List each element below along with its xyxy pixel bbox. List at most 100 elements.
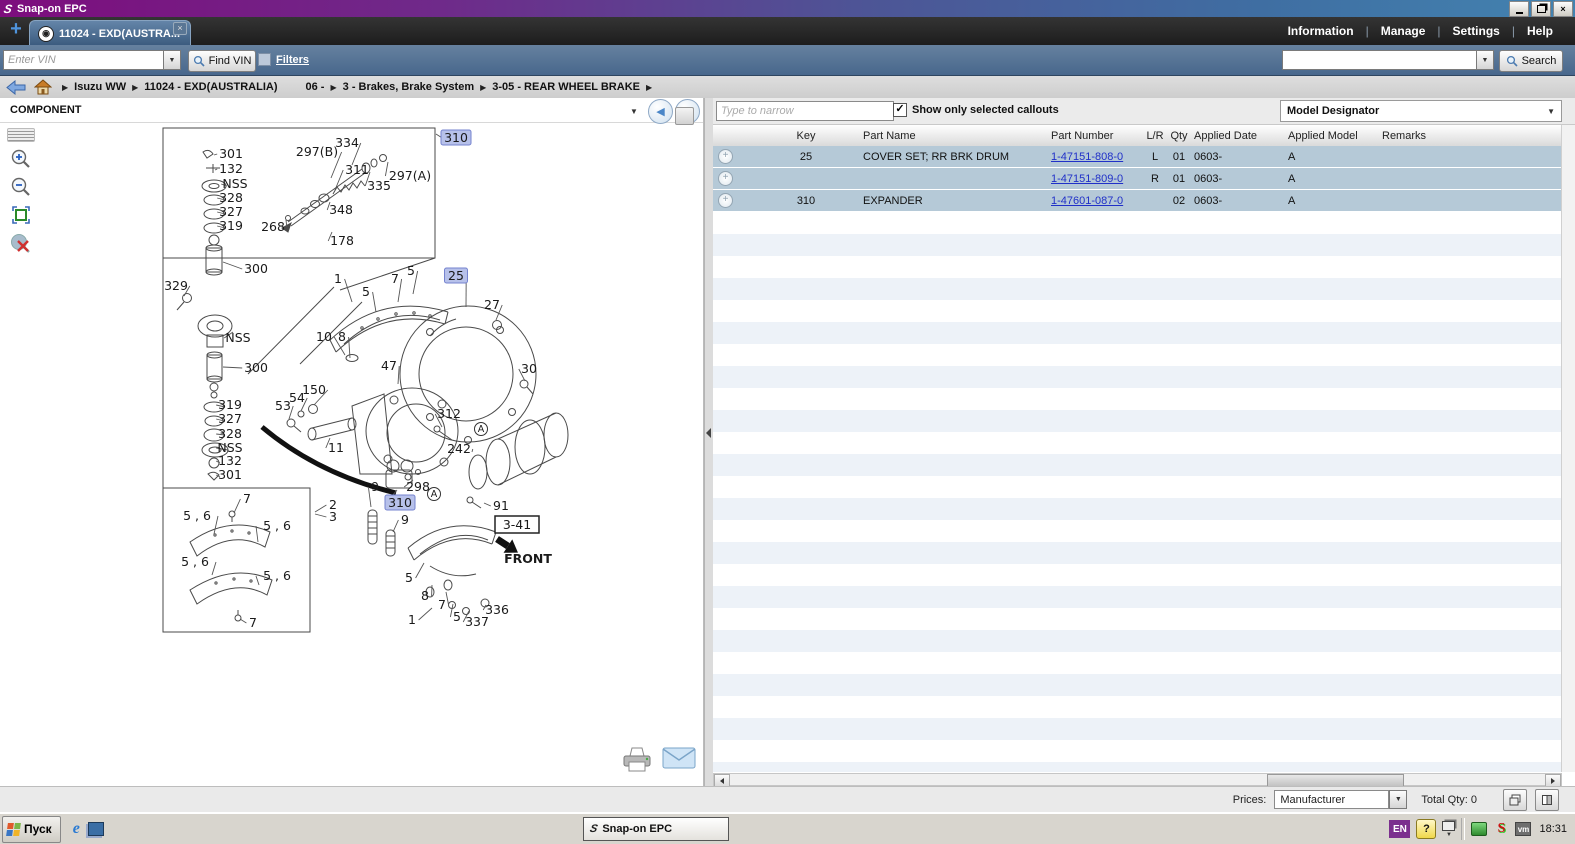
filters-checkbox[interactable] <box>258 53 271 66</box>
prev-page-button[interactable]: ◀ <box>648 99 673 124</box>
breadcrumb-item[interactable]: 11024 - EXD(AUSTRALIA) <box>144 81 277 93</box>
menu-item-settings[interactable]: Settings <box>1441 24 1512 38</box>
start-button[interactable]: Пуск <box>2 816 61 843</box>
svg-text:7: 7 <box>438 597 446 612</box>
vin-dropdown-button[interactable]: ▼ <box>163 50 181 70</box>
panel-layout-button[interactable] <box>1535 789 1559 811</box>
model-designator-dropdown[interactable]: Model Designator ▼ <box>1280 100 1562 122</box>
filters-toggle[interactable]: Filters <box>258 53 309 66</box>
svg-text:NSS: NSS <box>225 330 250 345</box>
help-tray-icon[interactable]: ? <box>1416 819 1436 839</box>
empty-row <box>713 542 1562 564</box>
snapon-logo-icon: S <box>589 823 599 835</box>
show-callouts-checkbox[interactable]: ✓ <box>893 103 907 117</box>
search-button[interactable]: Search <box>1499 50 1563 72</box>
svg-text:150: 150 <box>302 382 326 397</box>
callout-328: 328 <box>218 426 242 441</box>
print-icon[interactable] <box>620 746 654 774</box>
narrow-filter-input[interactable] <box>716 101 894 121</box>
callout-335: 335 <box>367 178 391 193</box>
callout-310[interactable]: 310 <box>385 495 415 510</box>
snapon-logo-icon: S <box>3 2 14 16</box>
tray-divider <box>1461 818 1465 840</box>
close-button[interactable]: × <box>1553 1 1573 17</box>
callout-NSS: NSS <box>225 330 250 345</box>
show-callouts-toggle[interactable]: ✓ Show only selected callouts <box>893 103 1059 117</box>
callout-leader-line <box>484 503 491 506</box>
callout-327: 327 <box>219 204 243 219</box>
collapse-panel-icon[interactable] <box>706 428 711 438</box>
hidden-icons-toggle[interactable]: ▼ <box>1442 821 1455 838</box>
callout-7: 7 <box>249 615 257 630</box>
breadcrumb-item[interactable]: Isuzu WW <box>74 81 126 93</box>
expand-row-icon[interactable]: + <box>718 171 733 186</box>
prices-dropdown-button[interactable]: ▼ <box>1389 790 1407 809</box>
callout-297-B-: 297(B) <box>296 144 338 159</box>
parts-filter-bar: ✓ Show only selected callouts Model Desi… <box>713 98 1575 125</box>
svg-text:10: 10 <box>316 329 332 344</box>
diagram-panel: COMPONENT ▼ ◀ ▶ <box>0 98 704 786</box>
svg-text:30: 30 <box>521 361 537 376</box>
callout-A: A <box>475 423 488 436</box>
menu-item-manage[interactable]: Manage <box>1369 24 1438 38</box>
title-bar: S Snap-on EPC × <box>0 0 1575 17</box>
callout-3-41[interactable]: 3-41 <box>495 516 539 533</box>
part-number-link[interactable]: 1-47151-809-0 <box>1051 173 1123 185</box>
system-tray: EN ? ▼ S vm 18:31 <box>1389 813 1571 844</box>
empty-row <box>713 366 1562 388</box>
taskbar-task-snap-on-epc[interactable]: S Snap-on EPC <box>583 817 729 841</box>
callout-leader-line <box>345 279 352 302</box>
home-icon[interactable] <box>34 79 52 95</box>
model-designator-label: Model Designator <box>1287 105 1379 117</box>
vmware-tray-icon[interactable]: vm <box>1515 821 1531 837</box>
table-row[interactable]: +1-47151-809-0R010603-A <box>713 168 1562 190</box>
empty-row <box>713 718 1562 740</box>
parts-diagram: 334297(B)311335297(A)348268178310301132N… <box>0 122 703 786</box>
table-row[interactable]: +25COVER SET; RR BRK DRUM1-47151-808-0L0… <box>713 146 1562 168</box>
vin-input[interactable] <box>3 50 163 70</box>
tab-11024-exd-australia[interactable]: ◉ 11024 - EXD(AUSTRA... × <box>29 20 191 46</box>
show-desktop-icon[interactable] <box>88 822 104 836</box>
search-input[interactable] <box>1282 50 1476 70</box>
prices-dropdown[interactable]: Manufacturer ▼ <box>1274 790 1407 809</box>
menu-item-help[interactable]: Help <box>1515 24 1565 38</box>
horizontal-scrollbar[interactable] <box>713 773 1562 786</box>
component-header[interactable]: COMPONENT ▼ ◀ ▶ <box>0 99 703 123</box>
minimize-button[interactable] <box>1509 1 1529 17</box>
callout-5: 5 <box>407 263 415 278</box>
breadcrumb-item[interactable]: 06 - <box>306 81 325 93</box>
new-tab-button[interactable]: + <box>6 19 26 41</box>
update-agent-tray-icon[interactable] <box>1471 821 1487 837</box>
callout-1: 1 <box>334 271 342 286</box>
cart-window-button[interactable] <box>1503 789 1527 811</box>
parts-list-panel: ✓ Show only selected callouts Model Desi… <box>713 98 1575 786</box>
restore-button[interactable] <box>1531 1 1551 17</box>
breadcrumb-item[interactable]: 3 - Brakes, Brake System <box>343 81 474 93</box>
snapon-agent-tray-icon[interactable]: S <box>1493 821 1509 837</box>
callout-5-6: 5 , 6 <box>263 568 291 583</box>
menu-item-information[interactable]: Information <box>1276 24 1366 38</box>
language-indicator[interactable]: EN <box>1389 820 1410 838</box>
callout-310[interactable]: 310 <box>441 130 471 145</box>
callout-30: 30 <box>521 361 537 376</box>
callout-132: 132 <box>219 161 243 176</box>
back-arrow-icon[interactable] <box>6 80 26 95</box>
column-header-part-name: Part Name <box>861 130 1049 142</box>
tab-close-icon[interactable]: × <box>173 22 187 35</box>
browser-icon[interactable]: e <box>73 820 80 838</box>
vertical-scrollbar[interactable] <box>1561 125 1575 772</box>
breadcrumb-item[interactable]: 3-05 - REAR WHEEL BRAKE <box>492 81 640 93</box>
expand-row-icon[interactable]: + <box>718 149 733 164</box>
callout-9: 9 <box>401 512 409 527</box>
callout-25[interactable]: 25 <box>445 268 468 283</box>
svg-text:3: 3 <box>329 509 337 524</box>
table-row[interactable]: +310EXPANDER1-47601-087-0020603-A <box>713 190 1562 212</box>
part-number-link[interactable]: 1-47601-087-0 <box>1051 195 1123 207</box>
search-dropdown-button[interactable]: ▼ <box>1476 50 1494 70</box>
expand-row-icon[interactable]: + <box>718 193 733 208</box>
callout-132: 132 <box>218 453 242 468</box>
svg-text:310: 310 <box>388 495 412 510</box>
find-vin-button[interactable]: Find VIN <box>188 50 256 72</box>
part-number-link[interactable]: 1-47151-808-0 <box>1051 151 1123 163</box>
email-icon[interactable] <box>662 746 696 770</box>
